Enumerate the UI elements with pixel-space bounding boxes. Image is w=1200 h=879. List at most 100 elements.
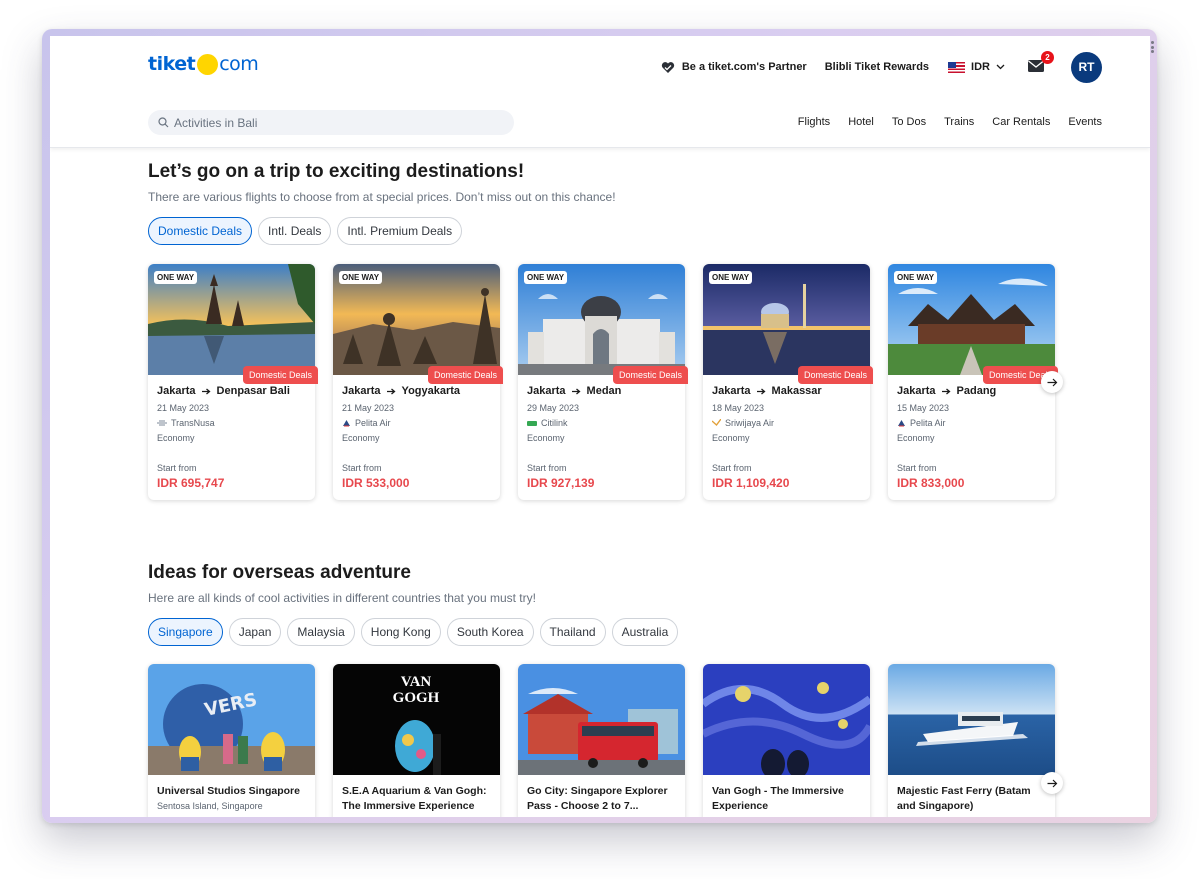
flight-deals-carousel: ONE WAY Domestic Deals Jakarta Denpasar … xyxy=(148,264,1058,500)
arrow-right-icon xyxy=(756,388,766,394)
airline: TransNusa xyxy=(157,418,215,428)
cabin-class: Economy xyxy=(712,433,750,443)
activity-card[interactable]: VERS Universal Studios Singapore Sentosa… xyxy=(148,664,315,817)
search-bar[interactable] xyxy=(148,110,514,135)
logo-text-com: com xyxy=(219,53,259,75)
flight-deal-card[interactable]: ONE WAY Domestic Deals Jakarta Yogyakart… xyxy=(333,264,503,500)
tab-intl-premium-deals[interactable]: Intl. Premium Deals xyxy=(337,217,463,245)
browser-window: tiket com Be a tiket.com's Partner Blibl… xyxy=(42,29,1157,823)
nav-trains[interactable]: Trains xyxy=(944,116,974,128)
search-icon xyxy=(158,117,169,128)
start-from-label: Start from xyxy=(342,463,382,473)
page-viewport: tiket com Be a tiket.com's Partner Blibl… xyxy=(50,36,1150,817)
handshake-heart-icon xyxy=(661,61,674,73)
tiket-logo[interactable]: tiket com xyxy=(148,52,259,76)
arrow-right-icon xyxy=(386,388,396,394)
start-from-label: Start from xyxy=(712,463,752,473)
domestic-deal-badge: Domestic Deals xyxy=(242,366,318,384)
origin-city: Jakarta xyxy=(712,385,751,397)
rewards-link[interactable]: Blibli Tiket Rewards xyxy=(825,61,929,73)
cabin-class: Economy xyxy=(157,433,195,443)
partner-link[interactable]: Be a tiket.com's Partner xyxy=(661,61,807,74)
flight-price: IDR 1,109,420 xyxy=(712,476,790,490)
start-from-label: Start from xyxy=(527,463,567,473)
deals-section-subtitle: There are various flights to choose from… xyxy=(148,190,616,204)
singapore-bus-image xyxy=(518,664,685,775)
origin-city: Jakarta xyxy=(157,385,196,397)
inbox-button[interactable]: 2 xyxy=(1027,51,1054,75)
airline-name: TransNusa xyxy=(171,418,215,428)
flight-date: 18 May 2023 xyxy=(712,403,765,413)
us-flag-icon xyxy=(948,61,966,73)
chevron-down-icon xyxy=(996,64,1005,70)
flight-deal-card[interactable]: ONE WAY Domestic Deals Jakarta Makassar … xyxy=(703,264,873,500)
flight-date: 29 May 2023 xyxy=(527,403,580,413)
nav-hotel[interactable]: Hotel xyxy=(848,116,874,128)
flight-deal-card[interactable]: ONE WAY Domestic Deals Jakarta Medan 29 … xyxy=(518,264,688,500)
domestic-deal-badge: Domestic Deals xyxy=(612,366,688,384)
airline-name: Pelita Air xyxy=(355,418,391,428)
search-input[interactable] xyxy=(174,115,494,130)
activity-location: Sentosa Island, Singapore xyxy=(157,801,263,811)
nav-events[interactable]: Events xyxy=(1068,116,1102,128)
origin-city: Jakarta xyxy=(342,385,381,397)
deals-next-button[interactable] xyxy=(1041,371,1063,393)
airline: Citilink xyxy=(527,418,568,428)
fast-ferry-image xyxy=(888,664,1055,775)
tab-intl-deals[interactable]: Intl. Deals xyxy=(258,217,332,245)
tab-singapore[interactable]: Singapore xyxy=(148,618,223,646)
tab-australia[interactable]: Australia xyxy=(611,618,679,646)
window-menu-dots[interactable] xyxy=(1151,41,1154,53)
overseas-section-subtitle: Here are all kinds of cool activities in… xyxy=(148,591,536,605)
tab-japan[interactable]: Japan xyxy=(228,618,282,646)
start-from-label: Start from xyxy=(157,463,197,473)
user-avatar[interactable]: RT xyxy=(1071,51,1102,83)
activities-next-button[interactable] xyxy=(1041,772,1063,794)
pelita-air-logo-icon xyxy=(898,420,905,427)
tab-hong-kong[interactable]: Hong Kong xyxy=(360,618,441,646)
nav-car-rentals[interactable]: Car Rentals xyxy=(992,116,1050,128)
flight-deal-card[interactable]: ONE WAY Domestic Deals Jakarta Denpasar … xyxy=(148,264,318,500)
domestic-deal-badge: Domestic Deals xyxy=(797,366,873,384)
svg-text:VAN: VAN xyxy=(401,674,432,690)
flight-price: IDR 695,747 xyxy=(157,476,225,490)
cabin-class: Economy xyxy=(342,433,380,443)
activity-title: Majestic Fast Ferry (Batam and Singapore… xyxy=(897,785,1031,812)
header-utility-links: Be a tiket.com's Partner Blibli Tiket Re… xyxy=(661,51,1102,83)
destination-city: Denpasar Bali xyxy=(216,385,290,397)
citilink-logo-icon xyxy=(527,420,537,426)
route: Jakarta Medan xyxy=(527,385,621,397)
currency-selector[interactable]: IDR xyxy=(948,61,1005,73)
flight-deal-card[interactable]: ONE WAY Domestic Deals Jakarta Padang 15… xyxy=(888,264,1058,500)
airline: Pelita Air xyxy=(897,418,946,428)
activity-card[interactable]: Go City: Singapore Explorer Pass - Choos… xyxy=(518,664,685,817)
partner-link-label: Be a tiket.com's Partner xyxy=(681,61,807,73)
airline: Pelita Air xyxy=(342,418,391,428)
one-way-tag: ONE WAY xyxy=(524,271,568,284)
transnusa-logo-icon xyxy=(157,420,167,426)
destination-city: Makassar xyxy=(771,385,822,397)
activity-card[interactable]: Van Gogh - The Immersive Experience xyxy=(703,664,870,817)
one-way-tag: ONE WAY xyxy=(154,271,198,284)
route: Jakarta Makassar xyxy=(712,385,822,397)
activity-card[interactable]: Majestic Fast Ferry (Batam and Singapore… xyxy=(888,664,1055,817)
tab-south-korea[interactable]: South Korea xyxy=(446,618,534,646)
site-header: tiket com Be a tiket.com's Partner Blibl… xyxy=(50,36,1150,148)
nav-flights[interactable]: Flights xyxy=(798,116,830,128)
tab-domestic-deals[interactable]: Domestic Deals xyxy=(148,217,253,245)
van-gogh-sea-image: VAN GOGH xyxy=(333,664,500,775)
universal-studios-image: VERS xyxy=(148,664,315,775)
nav-to-dos[interactable]: To Dos xyxy=(892,116,926,128)
destination-city: Yogyakarta xyxy=(401,385,461,397)
activity-card[interactable]: VAN GOGH S.E.A Aquarium & Van Gogh: The … xyxy=(333,664,500,817)
flight-date: 21 May 2023 xyxy=(157,403,210,413)
activities-carousel: VERS Universal Studios Singapore Sentosa… xyxy=(148,664,1055,817)
tab-malaysia[interactable]: Malaysia xyxy=(287,618,355,646)
origin-city: Jakarta xyxy=(527,385,566,397)
activity-title: S.E.A Aquarium & Van Gogh: The Immersive… xyxy=(342,785,487,812)
tab-thailand[interactable]: Thailand xyxy=(539,618,606,646)
main-nav: Flights Hotel To Dos Trains Car Rentals … xyxy=(798,116,1102,128)
logo-dot-icon xyxy=(197,53,219,75)
arrow-right-icon xyxy=(201,388,211,394)
deals-tabs: Domestic Deals Intl. Deals Intl. Premium… xyxy=(148,217,463,245)
